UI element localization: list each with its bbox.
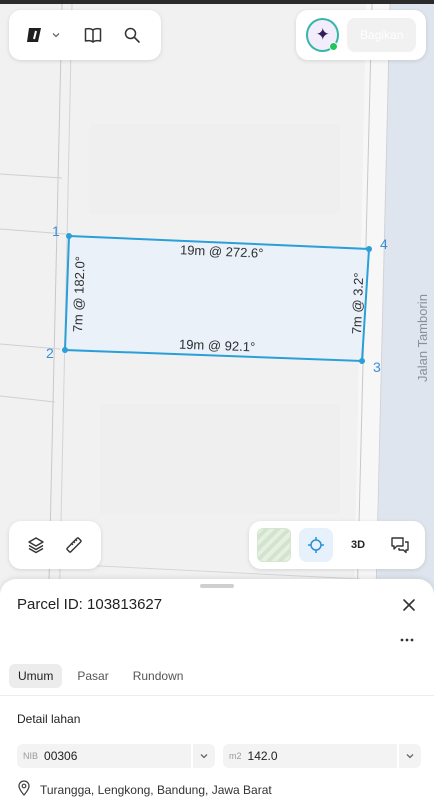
logo-mark-icon[interactable]	[21, 18, 48, 52]
map-tools-right: 3D	[249, 521, 425, 569]
main-toolbar	[9, 10, 161, 60]
chevron-down-icon[interactable]	[397, 744, 421, 768]
address-row: Turangga, Lengkong, Bandung, Jawa Barat	[17, 780, 272, 799]
chevron-down-icon[interactable]	[48, 18, 65, 52]
nib-value: 00306	[44, 749, 78, 763]
area-prefix: m2	[229, 751, 242, 761]
parcel-vertex-1[interactable]	[66, 233, 72, 239]
address-text: Turangga, Lengkong, Bandung, Jawa Barat	[40, 782, 272, 797]
tab-umum[interactable]: Umum	[9, 664, 63, 688]
ruler-icon[interactable]	[59, 528, 89, 562]
building-footprint-2	[100, 404, 340, 514]
parcel-vertex-2[interactable]	[62, 347, 68, 353]
map-tools-left	[9, 521, 101, 569]
sparkle-icon[interactable]: ✦	[306, 18, 340, 52]
vertex-label-1: 1	[52, 223, 60, 239]
account-toolbar: ✦ Bagikan	[296, 10, 426, 60]
sheet-drag-handle[interactable]	[200, 584, 234, 588]
parcel-vertex-4[interactable]	[366, 246, 372, 252]
view-3d-button[interactable]: 3D	[341, 528, 375, 562]
area-value: 142.0	[247, 749, 278, 763]
tab-rundown[interactable]: Rundown	[124, 664, 193, 688]
vertex-label-2: 2	[46, 345, 54, 361]
share-button[interactable]: Bagikan	[347, 18, 416, 52]
chevron-down-icon[interactable]	[191, 744, 215, 768]
crosshair-icon[interactable]	[299, 528, 333, 562]
vertex-label-3: 3	[373, 359, 381, 375]
sparkle-glyph: ✦	[315, 25, 330, 44]
layers-icon[interactable]	[21, 528, 51, 562]
edge-label-right: 7m @ 3.2°	[349, 272, 367, 335]
area-field[interactable]: m2 142.0	[223, 744, 421, 768]
book-open-icon[interactable]	[75, 18, 111, 52]
vertex-label-4: 4	[380, 236, 388, 252]
chat-bubbles-icon[interactable]	[383, 528, 417, 562]
search-icon[interactable]	[115, 18, 149, 52]
nib-prefix: NIB	[23, 751, 39, 761]
sheet-tabs: Umum Pasar Rundown	[9, 664, 192, 688]
more-options-icon[interactable]	[398, 631, 416, 649]
edge-label-left: 7m @ 182.0°	[70, 255, 88, 333]
close-icon[interactable]	[400, 596, 418, 614]
section-title-detail-lahan: Detail lahan	[17, 712, 81, 726]
parcel-detail-sheet: Parcel ID: 103813627 Umum Pasar Rundown …	[0, 579, 434, 804]
edge-label-bottom: 19m @ 92.1°	[178, 336, 256, 355]
road-name-label: Jalan Tamborin	[415, 294, 430, 382]
building-footprint	[90, 124, 340, 214]
tabs-divider	[0, 695, 434, 696]
app-screen: 1 2 3 4 19m @ 272.6° 19m @ 92.1° 7m @ 18…	[0, 0, 434, 804]
nib-field[interactable]: NIB 00306	[17, 744, 215, 768]
online-status-dot	[329, 42, 339, 51]
basemap-thumbnail[interactable]	[257, 528, 291, 562]
map-pin-icon	[17, 780, 31, 799]
parcel-title: Parcel ID: 103813627	[17, 596, 163, 613]
parcel-vertex-3[interactable]	[359, 358, 365, 364]
tab-pasar[interactable]: Pasar	[68, 664, 117, 688]
